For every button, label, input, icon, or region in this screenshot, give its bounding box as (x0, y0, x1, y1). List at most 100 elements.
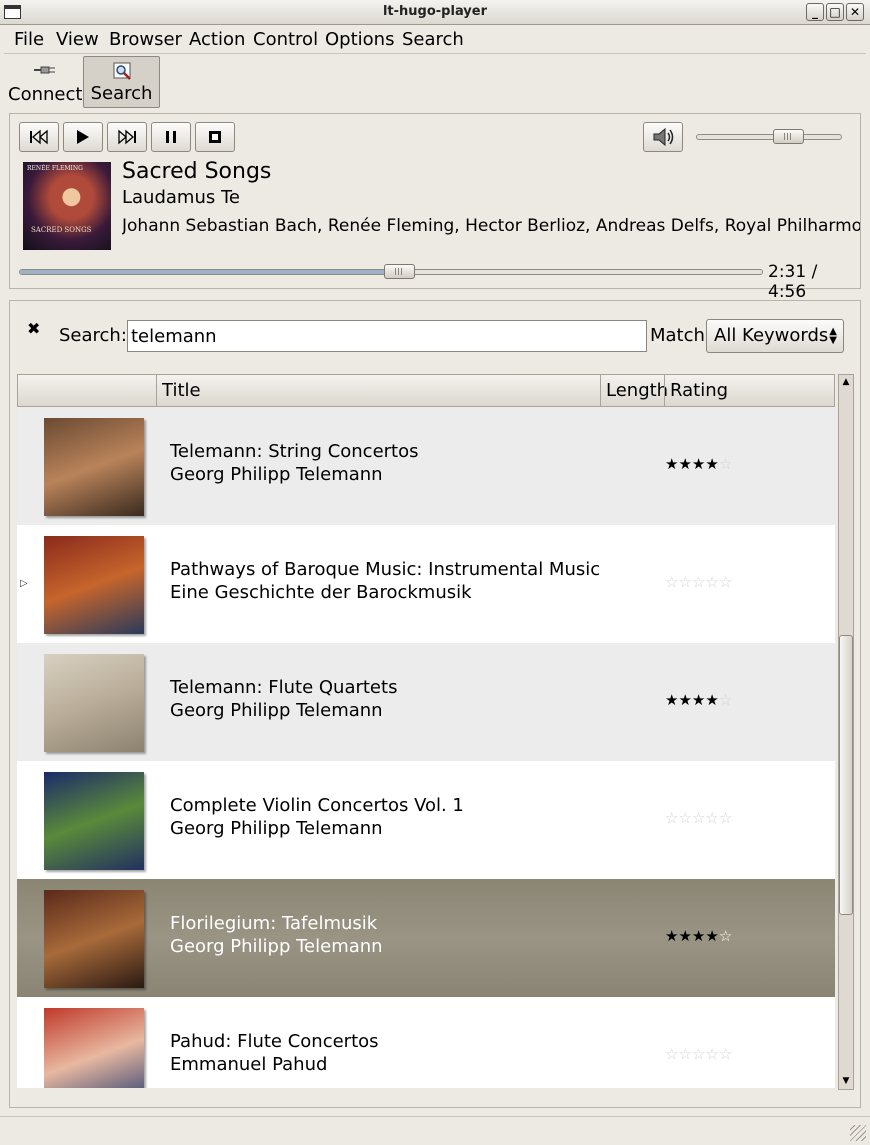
play-button[interactable] (63, 122, 103, 152)
star-empty-icon[interactable]: ☆ (678, 809, 691, 827)
seek-bar[interactable] (19, 264, 763, 279)
star-empty-icon[interactable]: ☆ (719, 809, 732, 827)
table-row[interactable]: Complete Violin Concertos Vol. 1 Georg Ph… (17, 761, 835, 879)
table-row[interactable]: ▷ Pathways of Baroque Music: Instrumental… (17, 525, 835, 643)
volume-slider[interactable] (696, 129, 842, 144)
scrollbar-thumb[interactable] (839, 635, 853, 915)
expander-arrow-icon[interactable]: ▷ (20, 578, 28, 589)
volume-slider-handle[interactable] (773, 129, 805, 144)
star-empty-icon[interactable]: ☆ (705, 809, 718, 827)
rating-stars[interactable]: ★★★★☆ (665, 455, 732, 473)
previous-button[interactable] (19, 122, 59, 152)
star-empty-icon[interactable]: ☆ (705, 573, 718, 591)
row-artist: Georg Philipp Telemann (170, 936, 383, 957)
rating-stars[interactable]: ☆☆☆☆☆ (665, 809, 732, 827)
pause-button[interactable] (151, 122, 191, 152)
scroll-down-arrow-icon[interactable]: ▼ (839, 1074, 853, 1089)
star-filled-icon[interactable]: ★ (678, 927, 691, 945)
plug-icon (34, 66, 55, 74)
album-art (44, 890, 144, 988)
seek-bar-fill (20, 270, 400, 274)
updown-arrow-icon: ▲ ▼ (829, 326, 837, 346)
next-button[interactable] (107, 122, 147, 152)
row-artist: Georg Philipp Telemann (170, 700, 383, 721)
scroll-up-arrow-icon[interactable]: ▲ (839, 375, 853, 390)
star-empty-icon[interactable]: ☆ (665, 573, 678, 591)
star-empty-icon[interactable]: ☆ (665, 1045, 678, 1063)
menu-bar: File View Browser Action Control Options… (4, 26, 866, 54)
seek-handle[interactable] (383, 264, 415, 279)
menu-options[interactable]: Options (325, 29, 394, 50)
stop-button[interactable] (195, 122, 235, 152)
star-empty-icon[interactable]: ☆ (692, 1045, 705, 1063)
star-empty-icon[interactable]: ☆ (719, 573, 732, 591)
column-header-art[interactable] (18, 375, 156, 406)
star-empty-icon[interactable]: ☆ (665, 809, 678, 827)
album-art (44, 772, 144, 870)
album-art (44, 654, 144, 752)
star-empty-icon[interactable]: ☆ (678, 573, 691, 591)
star-filled-icon[interactable]: ★ (705, 927, 718, 945)
connect-button[interactable]: Connect (8, 56, 82, 108)
star-empty-icon[interactable]: ☆ (678, 1045, 691, 1063)
row-title: Pahud: Flute Concertos (170, 1031, 379, 1052)
star-filled-icon[interactable]: ★ (705, 455, 718, 473)
row-artist: Georg Philipp Telemann (170, 818, 383, 839)
volume-button[interactable] (643, 122, 683, 152)
clear-search-icon[interactable]: ✖ (27, 319, 40, 338)
star-filled-icon[interactable]: ★ (692, 691, 705, 709)
star-empty-icon[interactable]: ☆ (719, 1045, 732, 1063)
menu-file[interactable]: File (14, 29, 44, 50)
resize-grip-icon[interactable] (850, 1125, 866, 1141)
star-filled-icon[interactable]: ★ (705, 691, 718, 709)
star-filled-icon[interactable]: ★ (692, 927, 705, 945)
rating-stars[interactable]: ★★★★☆ (665, 927, 732, 945)
stop-icon (209, 131, 221, 143)
rating-stars[interactable]: ★★★★☆ (665, 691, 732, 709)
vertical-scrollbar[interactable]: ▲ ▼ (838, 374, 854, 1090)
star-filled-icon[interactable]: ★ (692, 455, 705, 473)
star-filled-icon[interactable]: ★ (678, 691, 691, 709)
table-row[interactable]: Pahud: Flute Concertos Emmanuel Pahud ☆☆☆☆… (17, 997, 835, 1088)
star-filled-icon[interactable]: ★ (665, 691, 678, 709)
rating-stars[interactable]: ☆☆☆☆☆ (665, 1045, 732, 1063)
maximize-button[interactable]: □ (826, 3, 844, 21)
minimize-button[interactable]: _ (806, 3, 824, 21)
star-filled-icon[interactable]: ★ (678, 455, 691, 473)
rating-stars[interactable]: ☆☆☆☆☆ (665, 573, 732, 591)
menu-control[interactable]: Control (253, 29, 318, 50)
star-empty-icon[interactable]: ☆ (719, 691, 732, 709)
column-header-length[interactable]: Length (600, 375, 668, 406)
search-tool-button[interactable]: Search (83, 56, 160, 108)
star-empty-icon[interactable]: ☆ (719, 927, 732, 945)
row-title: Pathways of Baroque Music: Instrumental … (170, 559, 601, 580)
match-select[interactable]: All Keywords ▲ ▼ (706, 319, 844, 353)
row-artist: Eine Geschichte der Barockmusik (170, 582, 472, 603)
album-title: Sacred Songs (122, 159, 272, 184)
close-button[interactable]: ✕ (846, 3, 864, 21)
album-cover: RENÉE FLEMING SACRED SONGS (23, 162, 111, 250)
match-select-value: All Keywords (714, 325, 829, 346)
menu-search[interactable]: Search (402, 29, 464, 50)
star-filled-icon[interactable]: ★ (665, 455, 678, 473)
star-empty-icon[interactable]: ☆ (692, 573, 705, 591)
results-list: Telemann: String Concertos Georg Philipp … (17, 407, 835, 1088)
album-art (44, 1008, 144, 1088)
menu-action[interactable]: Action (189, 29, 245, 50)
table-row[interactable]: Florilegium: Tafelmusik Georg Philipp Tel… (17, 879, 835, 997)
star-empty-icon[interactable]: ☆ (719, 455, 732, 473)
status-bar (0, 1116, 870, 1145)
star-empty-icon[interactable]: ☆ (692, 809, 705, 827)
table-row[interactable]: Telemann: Flute Quartets Georg Philipp Te… (17, 643, 835, 761)
column-header-rating[interactable]: Rating (664, 375, 834, 406)
star-empty-icon[interactable]: ☆ (705, 1045, 718, 1063)
menu-browser[interactable]: Browser (109, 29, 182, 50)
star-filled-icon[interactable]: ★ (665, 927, 678, 945)
search-tool-label: Search (90, 83, 153, 104)
column-header-title[interactable]: Title (156, 375, 600, 406)
search-input[interactable] (127, 320, 647, 352)
window-title: lt-hugo-player (382, 4, 488, 19)
menu-view[interactable]: View (56, 29, 99, 50)
row-title: Telemann: Flute Quartets (170, 677, 398, 698)
table-row[interactable]: Telemann: String Concertos Georg Philipp … (17, 407, 835, 525)
